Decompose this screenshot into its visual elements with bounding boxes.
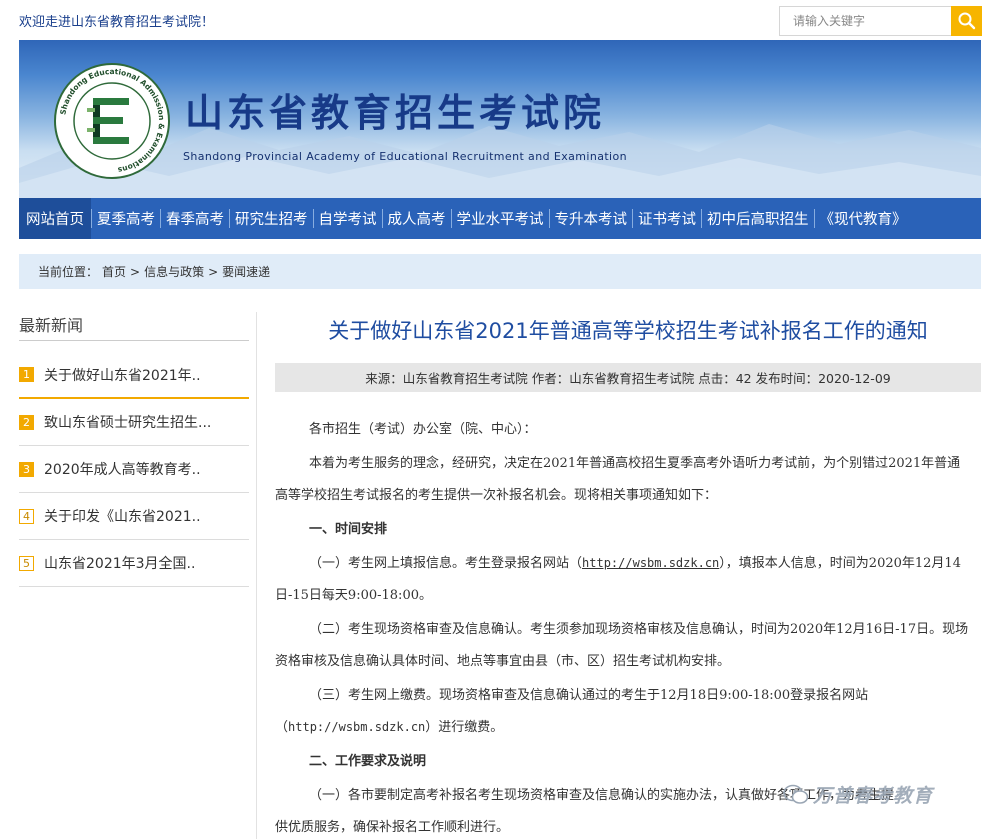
list-item[interactable]: 1 关于做好山东省2021年.. [19,352,249,399]
breadcrumb-separator: > [208,264,219,279]
paragraph: 本着为考生服务的理念，经研究，决定在2021年普通高校招生夏季高考外语听力考试前… [309,456,961,471]
nav-separator [813,209,815,228]
content-divider [256,312,257,839]
breadcrumb-home[interactable]: 首页 [102,263,126,280]
latest-news-list: 1 关于做好山东省2021年.. 2 致山东省硕士研究生招生... 3 2020… [19,352,249,587]
nav-separator [160,209,161,228]
nav-item-home[interactable]: 网站首页 [19,198,91,239]
search-input[interactable] [780,7,952,35]
paragraph: 供优质服务，确保补报名工作顺利进行。 [275,820,510,835]
breadcrumb-info-policy[interactable]: 信息与政策 [144,263,204,280]
rank-badge: 1 [19,367,34,382]
nav-item-upgrade[interactable]: 专升本考试 [550,198,633,239]
article-meta: 来源：山东省教育招生考试院 作者：山东省教育招生考试院 点击：42 发布时间：2… [275,363,981,392]
nav-separator [548,209,550,228]
news-link[interactable]: 致山东省硕士研究生招生... [44,412,211,432]
banner-title: 山东省教育招生考试院 [185,91,606,135]
nav-item-vocational[interactable]: 初中后高职招生 [702,198,814,239]
list-item[interactable]: 3 2020年成人高等教育考.. [19,446,249,493]
list-item[interactable]: 4 关于印发《山东省2021.. [19,493,249,540]
nav-item-modern-education[interactable]: 《现代教育》 [815,198,912,239]
paragraph-text: （ [275,720,289,735]
breadcrumb-news[interactable]: 要闻速递 [222,263,270,280]
news-link[interactable]: 2020年成人高等教育考.. [44,459,201,479]
rank-badge: 3 [19,461,34,477]
nav-item-spring-gaokao[interactable]: 春季高考 [161,198,229,239]
paragraph: （一）考生网上填报信息。考生登录报名网站（http://wsbm.sdzk.cn… [309,552,961,571]
breadcrumb-prefix: 当前位置： [38,265,99,279]
nav-separator [450,209,452,228]
nav-separator [229,209,230,228]
watermark-text: 万普春考教育 [813,785,934,807]
paragraph-text: ）进行缴费。 [425,720,504,735]
academy-logo: Shandong Educational Admission & Examina… [53,62,171,180]
nav-separator [381,209,383,228]
top-bar: 欢迎走进山东省教育招生考试院！ [0,0,1000,40]
nav-item-summer-gaokao[interactable]: 夏季高考 [92,198,160,239]
news-link[interactable]: 关于印发《山东省2021.. [44,506,201,526]
registration-link[interactable]: http://wsbm.sdzk.cn [582,556,719,570]
wechat-watermark: 万普春考教育 [783,781,933,808]
nav-item-academic-level[interactable]: 学业水平考试 [452,198,549,239]
registration-url-text: http://wsbm.sdzk.cn [288,720,426,734]
list-item[interactable]: 5 山东省2021年3月全国.. [19,540,249,587]
news-link[interactable]: 关于做好山东省2021年.. [44,365,201,385]
nav-separator [91,209,92,228]
article-title: 关于做好山东省2021年普通高等学校招生考试补报名工作的通知 [328,319,928,343]
paragraph: （三）考生网上缴费。现场资格审查及信息确认通过的考生于12月18日9:00-18… [309,688,869,703]
nav-item-self-study[interactable]: 自学考试 [314,198,382,239]
breadcrumb: 当前位置： 首页 > 信息与政策 > 要闻速递 [19,254,981,289]
wechat-icon [783,784,809,804]
nav-item-graduate[interactable]: 研究生招考 [230,198,313,239]
search-button[interactable] [951,6,982,36]
paragraph: （二）考生现场资格审查及信息确认。考生须参加现场资格审核及信息确认，时间为202… [309,622,969,637]
nav-separator [701,209,702,228]
nav-separator [312,209,314,228]
paragraph-text: ），填报本人信息，时间为2020年12月14 [719,556,961,571]
nav-item-certificate[interactable]: 证书考试 [633,198,701,239]
site-banner: Shandong Educational Admission & Examina… [19,40,981,198]
rank-badge: 4 [19,508,34,524]
section-heading: 一、时间安排 [309,522,388,537]
nav-item-adult[interactable]: 成人高考 [383,198,451,239]
paragraph: （http://wsbm.sdzk.cn）进行缴费。 [275,716,503,735]
news-link[interactable]: 山东省2021年3月全国.. [44,553,195,573]
section-heading: 二、工作要求及说明 [309,754,427,769]
paragraph: 资格审核及信息确认具体时间、地点等事宜由县（市、区）招生考试机构安排。 [275,654,731,669]
search-box [779,6,982,36]
rank-badge: 5 [19,555,34,571]
salutation: 各市招生（考试）办公室（院、中心）： [309,422,537,437]
rank-badge: 2 [19,414,34,430]
search-icon [958,12,975,30]
sidebar: 最新新闻 1 关于做好山东省2021年.. 2 致山东省硕士研究生招生... 3… [19,312,249,587]
sidebar-divider [19,340,249,341]
sidebar-title: 最新新闻 [19,316,84,335]
paragraph-text: （一）考生网上填报信息。考生登录报名网站（ [309,556,583,571]
nav-separator [632,209,633,228]
paragraph: 高等学校招生考试报名的考生提供一次补报名机会。现将相关事项通知如下： [275,488,718,503]
main-nav: 网站首页 夏季高考 春季高考 研究生招考 自学考试 成人高考 学业水平考试 专升… [19,198,981,239]
banner-subtitle: Shandong Provincial Academy of Education… [183,150,628,163]
welcome-text: 欢迎走进山东省教育招生考试院！ [19,15,215,30]
list-item[interactable]: 2 致山东省硕士研究生招生... [19,399,249,446]
breadcrumb-separator: > [130,264,141,279]
paragraph: 日-15日每天9:00-18:00。 [275,588,432,603]
